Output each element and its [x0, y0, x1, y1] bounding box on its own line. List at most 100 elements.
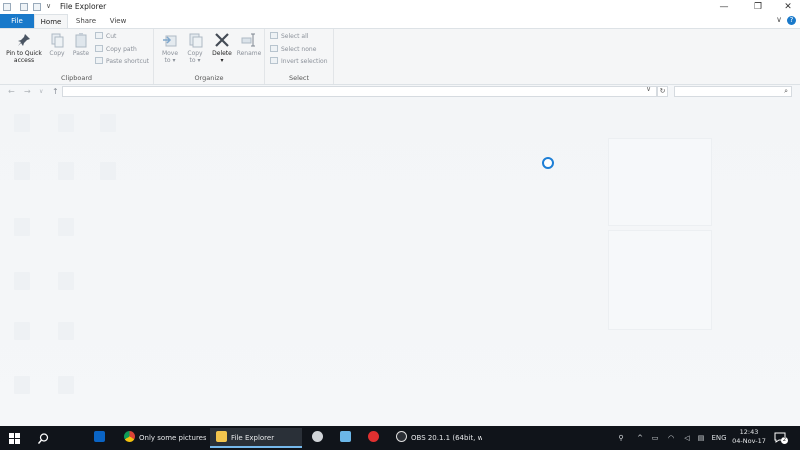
forward-arrow-icon[interactable]: → — [24, 87, 31, 96]
paste-label: Paste — [72, 50, 90, 57]
ghost-item — [58, 218, 74, 236]
paste-button[interactable]: Paste — [70, 32, 92, 57]
back-arrow-icon[interactable]: ← — [8, 87, 15, 96]
clipboard-group: Pin to Quick access Copy Paste Cut Copy … — [0, 29, 154, 84]
tab-home[interactable]: Home — [34, 14, 68, 28]
outlook-icon — [94, 431, 105, 442]
rename-icon — [241, 33, 255, 47]
taskbar-app-button[interactable] — [362, 428, 386, 448]
ghost-item — [14, 322, 30, 340]
window-title: File Explorer — [60, 2, 107, 11]
keyboard-icon[interactable]: ▤ — [694, 426, 708, 450]
delete-button[interactable]: Delete ▾ — [210, 32, 234, 64]
move-to-label-line1: Move — [161, 50, 179, 57]
qat-new-folder-icon[interactable] — [33, 3, 41, 11]
recent-locations-icon[interactable]: ∨ — [39, 88, 43, 95]
volume-icon[interactable]: ◁ — [680, 426, 694, 450]
up-arrow-icon[interactable]: ↑ — [52, 87, 59, 96]
move-to-label-line2: to ▾ — [164, 57, 176, 64]
ghost-item — [100, 114, 116, 132]
ghost-item — [14, 376, 30, 394]
pin-to-quick-access-button[interactable]: Pin to Quick access — [3, 32, 45, 64]
copy-path-button[interactable]: Copy path — [95, 45, 137, 55]
ghost-item — [14, 218, 30, 236]
copy-to-button[interactable]: Copy to ▾ — [183, 32, 207, 64]
select-all-button[interactable]: Select all — [270, 32, 308, 42]
delete-dropdown-icon[interactable]: ▾ — [220, 57, 223, 64]
maximize-button[interactable]: ❐ — [748, 0, 768, 14]
obs-icon — [396, 431, 407, 442]
rename-button[interactable]: Rename — [236, 32, 262, 57]
cut-label: Cut — [106, 33, 117, 40]
taskbar-obs-button[interactable]: OBS 20.1.1 (64bit, w... — [390, 428, 482, 448]
search-icon: ⌕ — [784, 87, 788, 95]
ghost-item — [58, 114, 74, 132]
copy-path-label: Copy path — [106, 46, 137, 53]
clock[interactable]: 12:43 04-Nov-17 — [730, 428, 768, 448]
select-all-icon — [270, 32, 278, 39]
invert-selection-icon — [270, 57, 278, 64]
navigation-bar: ← → ∨ ↑ ∨ ↻ ⌕ — [0, 85, 800, 99]
select-none-button[interactable]: Select none — [270, 45, 316, 55]
taskbar-chrome-button[interactable]: Only some pictures... — [118, 428, 206, 448]
delete-x-icon — [215, 33, 229, 47]
windows-start-icon[interactable] — [9, 433, 20, 444]
close-button[interactable]: ✕ — [778, 0, 798, 14]
ghost-item — [100, 162, 116, 180]
taskbar: Only some pictures... File Explorer OBS … — [0, 426, 800, 450]
qat-dropdown-icon[interactable]: ∨ — [46, 2, 51, 10]
action-center-icon[interactable]: 2 — [774, 432, 788, 444]
folder-icon — [216, 431, 227, 442]
invert-selection-label: Invert selection — [281, 58, 328, 65]
explorer-app-icon[interactable] — [3, 3, 11, 11]
qat-properties-icon[interactable] — [20, 3, 28, 11]
copy-to-label-line1: Copy — [187, 50, 203, 57]
select-group: Select all Select none Invert selection … — [265, 29, 334, 84]
move-to-button[interactable]: Move to ▾ — [158, 32, 182, 64]
pin-icon — [18, 34, 30, 46]
paste-icon — [75, 33, 87, 48]
ghost-panel — [608, 138, 712, 226]
ghost-item — [14, 272, 30, 290]
cut-button[interactable]: Cut — [95, 32, 116, 42]
address-dropdown-icon[interactable]: ∨ — [646, 85, 651, 93]
search-input[interactable]: ⌕ — [674, 86, 792, 97]
battery-icon[interactable]: ▭ — [648, 426, 662, 450]
tab-view[interactable]: View — [102, 14, 134, 28]
paste-shortcut-button[interactable]: Paste shortcut — [95, 57, 149, 67]
paste-shortcut-label: Paste shortcut — [106, 58, 149, 65]
search-icon[interactable] — [38, 433, 49, 444]
help-icon[interactable]: ? — [787, 16, 796, 25]
language-indicator[interactable]: ENG — [708, 426, 730, 450]
invert-selection-button[interactable]: Invert selection — [270, 57, 328, 67]
show-hidden-icons-icon[interactable]: ^ — [634, 426, 646, 450]
wifi-icon[interactable]: ◠ — [664, 426, 678, 450]
record-icon — [368, 431, 379, 442]
address-bar[interactable] — [62, 86, 657, 97]
refresh-icon[interactable]: ↻ — [657, 86, 668, 97]
tab-share[interactable]: Share — [70, 14, 102, 28]
taskbar-file-explorer-button[interactable]: File Explorer — [210, 428, 302, 448]
ghost-item — [58, 376, 74, 394]
file-list-area[interactable] — [0, 100, 800, 426]
copy-button[interactable]: Copy — [46, 32, 68, 57]
copy-icon — [51, 33, 64, 48]
people-icon[interactable]: ⚲ — [614, 426, 628, 450]
ghost-item — [14, 114, 30, 132]
taskbar-app-button[interactable] — [306, 428, 330, 448]
clock-date: 04-Nov-17 — [732, 437, 766, 445]
organize-group: Move to ▾ Copy to ▾ Delete ▾ Rename Orga… — [154, 29, 265, 84]
title-bar: ∨ File Explorer — ❐ ✕ — [0, 0, 800, 14]
ribbon: Pin to Quick access Copy Paste Cut Copy … — [0, 29, 800, 85]
loading-spinner-icon — [542, 157, 554, 169]
rename-label: Rename — [236, 50, 262, 57]
taskbar-app-button[interactable] — [334, 428, 358, 448]
tab-file[interactable]: File — [0, 14, 34, 28]
ghost-panel — [608, 230, 712, 330]
ghost-item — [58, 162, 74, 180]
taskbar-chrome-label: Only some pictures... — [139, 434, 206, 442]
minimize-button[interactable]: — — [714, 0, 734, 14]
clock-time: 12:43 — [739, 428, 759, 436]
ribbon-collapse-icon[interactable]: ∨ — [776, 15, 782, 24]
taskbar-outlook-button[interactable] — [88, 428, 114, 448]
